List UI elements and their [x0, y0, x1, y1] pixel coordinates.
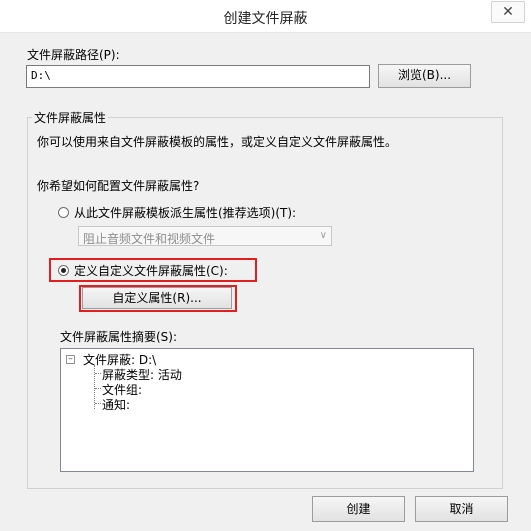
highlight-custom-option: [49, 258, 257, 282]
chevron-down-icon: ∨: [319, 230, 327, 241]
properties-group-title: 文件屏蔽属性: [32, 109, 109, 126]
template-select[interactable]: 阻止音频文件和视频文件 ∨: [78, 226, 332, 246]
template-select-value: 阻止音频文件和视频文件: [83, 232, 216, 246]
summary-tree[interactable]: – 文件屏蔽: D:\ 屏蔽类型: 活动 文件组: 通知:: [60, 348, 474, 472]
tree-connector: [95, 388, 101, 389]
summary-label: 文件屏蔽属性摘要(S):: [60, 330, 178, 344]
path-input[interactable]: D:\: [26, 65, 370, 88]
properties-description: 你可以使用来自文件屏蔽模板的属性，或定义自定义文件屏蔽属性。: [37, 135, 398, 149]
title-bar: 创建文件屏蔽 ✕: [0, 0, 531, 33]
cancel-button[interactable]: 取消: [415, 496, 508, 522]
create-button[interactable]: 创建: [312, 496, 405, 522]
close-icon: ✕: [502, 4, 514, 20]
path-label: 文件屏蔽路径(P):: [27, 48, 120, 62]
configure-question: 你希望如何配置文件屏蔽属性?: [37, 179, 200, 193]
tree-connector: [95, 373, 101, 374]
browse-button[interactable]: 浏览(B)...: [378, 64, 471, 88]
tree-item: 通知:: [102, 398, 131, 412]
close-button[interactable]: ✕: [491, 1, 525, 23]
highlight-custom-button: [79, 285, 237, 312]
template-radio[interactable]: [58, 207, 69, 218]
collapse-icon[interactable]: –: [66, 355, 75, 364]
template-option-label[interactable]: 从此文件屏蔽模板派生属性(推荐选项)(T):: [74, 204, 296, 221]
dialog-body: 文件屏蔽路径(P): D:\ 浏览(B)... 文件屏蔽属性 你可以使用来自文件…: [0, 33, 531, 531]
tree-connector: [95, 403, 101, 404]
window-title: 创建文件屏蔽: [223, 11, 308, 27]
